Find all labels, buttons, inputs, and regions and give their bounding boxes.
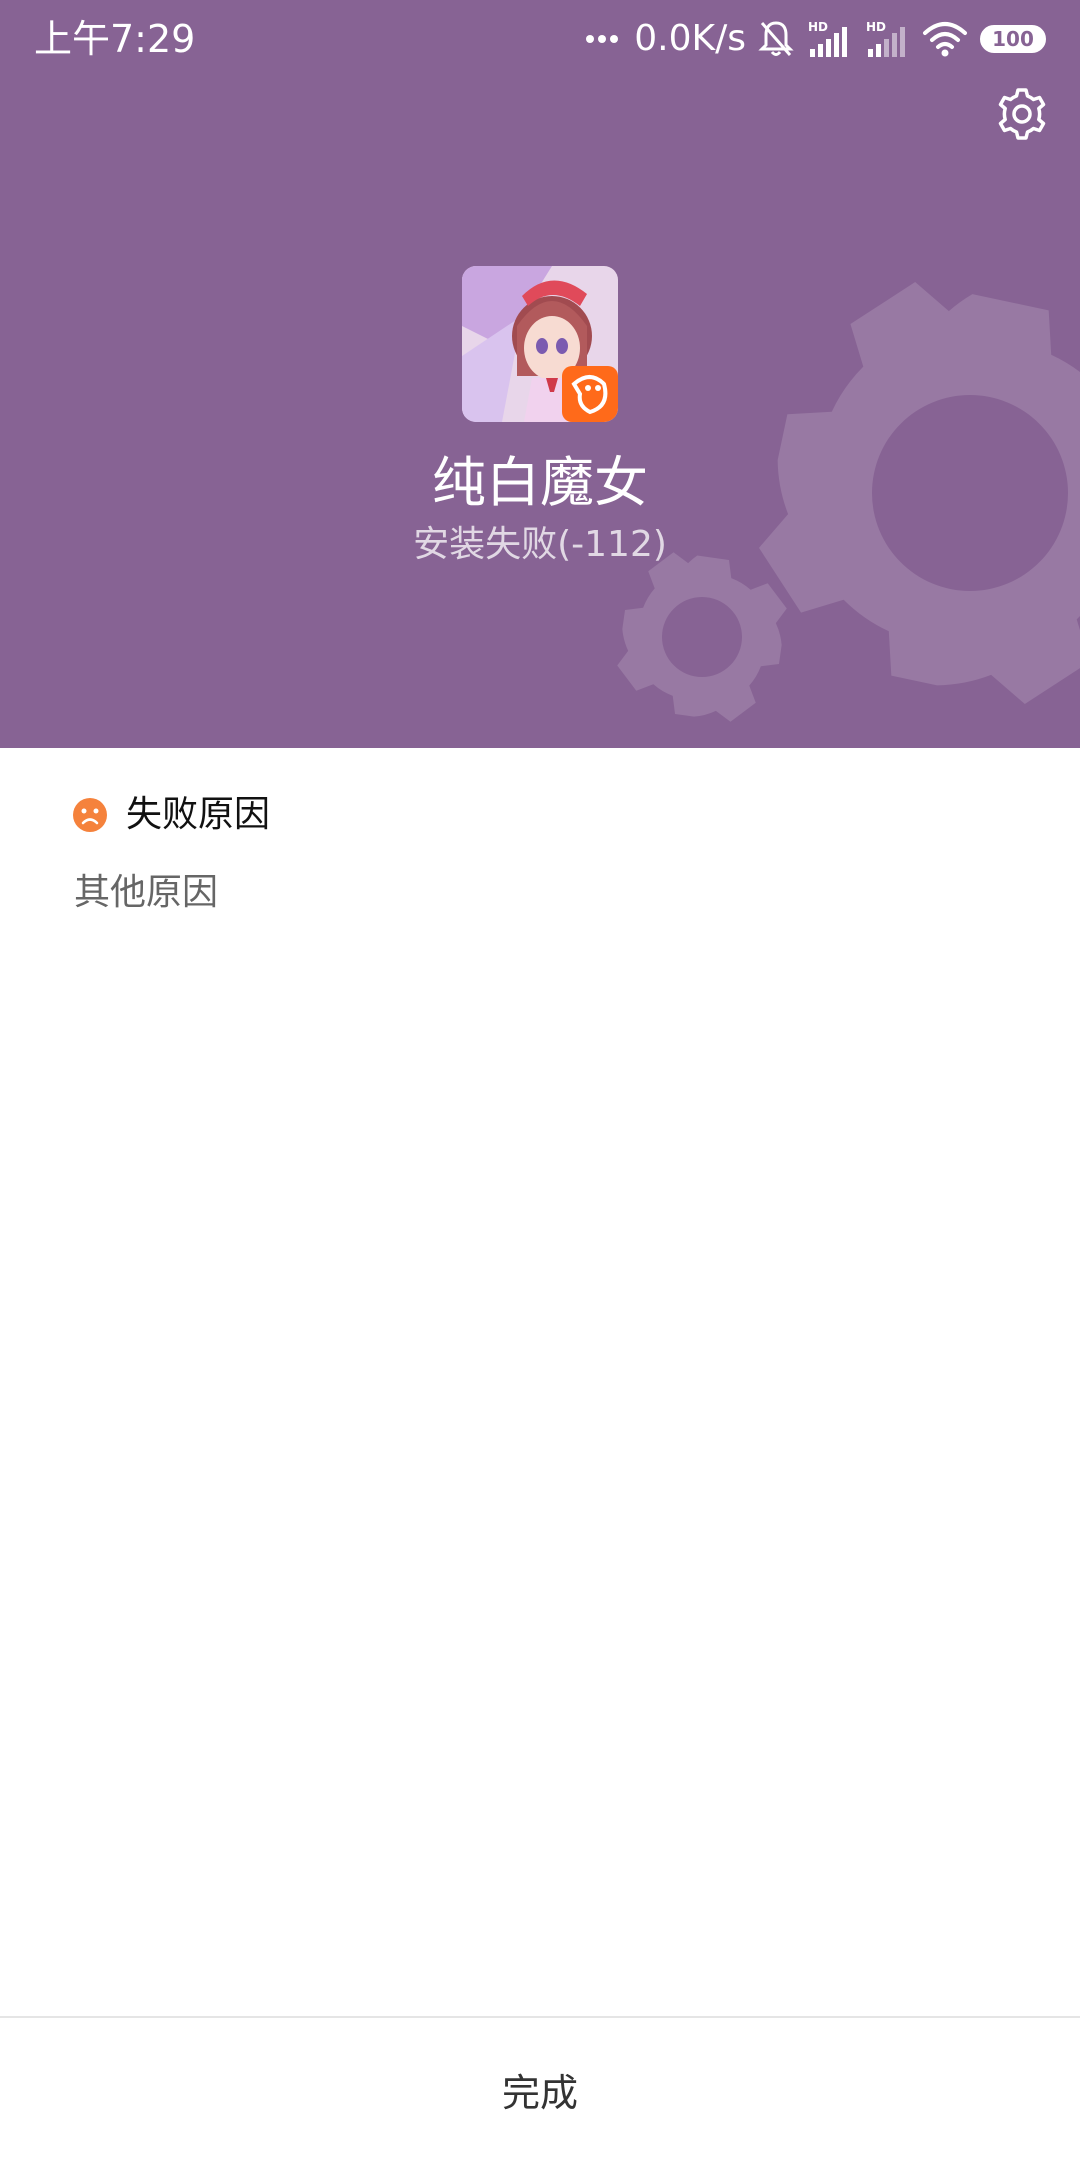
status-bar: 上午7:29 0.0K/s HD HD 100 <box>0 0 1080 80</box>
mute-bell-icon <box>758 21 794 56</box>
svg-text:HD: HD <box>866 20 886 34</box>
wifi-icon <box>923 22 967 57</box>
install-result-screen: 上午7:29 0.0K/s HD HD 100 纯白魔女 安装失败(-112) … <box>0 0 1080 2160</box>
app-name: 纯白魔女 <box>432 451 648 514</box>
signal-icon: HD <box>866 20 905 57</box>
sad-face-icon <box>73 798 107 832</box>
failure-reason-title: 失败原因 <box>126 794 271 835</box>
failure-reason-header: 失败原因 <box>72 790 270 840</box>
header-banner: 上午7:29 0.0K/s HD HD 100 纯白魔女 安装失败(-112) <box>0 0 1080 748</box>
done-button[interactable]: 完成 <box>0 2018 1080 2160</box>
signal-icon: HD <box>808 20 847 57</box>
status-icons: 0.0K/s HD HD 100 <box>586 14 1046 64</box>
status-time: 上午7:29 <box>34 17 196 61</box>
battery-icon: 100 <box>980 25 1046 53</box>
more-dots-icon <box>586 35 619 43</box>
install-status: 安装失败(-112) <box>413 524 667 565</box>
failure-reason-text: 其他原因 <box>74 872 219 913</box>
app-icon <box>462 266 618 422</box>
net-speed: 0.0K/s <box>634 18 746 59</box>
svg-text:HD: HD <box>808 20 828 34</box>
gear-icon[interactable] <box>994 86 1050 142</box>
